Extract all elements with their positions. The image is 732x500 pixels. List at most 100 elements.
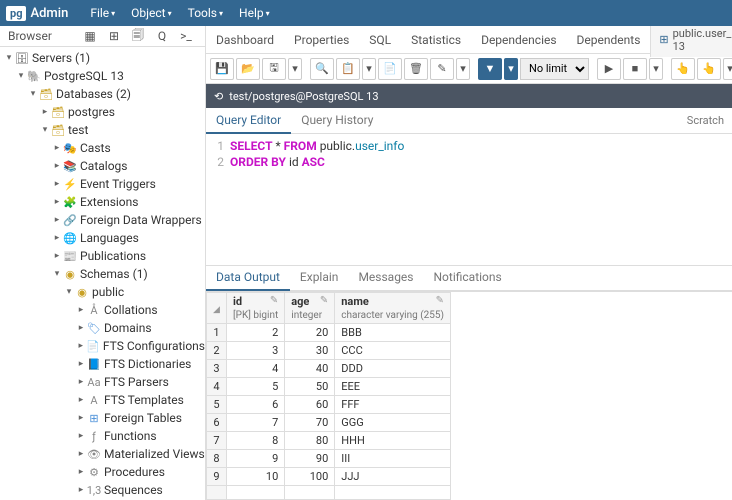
- tree-node[interactable]: ▸⊞Foreign Tables: [0, 409, 205, 427]
- cell[interactable]: JJJ: [335, 468, 451, 486]
- table-icon[interactable]: ⊞: [103, 26, 125, 46]
- open-icon[interactable]: 📂: [236, 58, 260, 80]
- tree-toggle[interactable]: ▸: [76, 359, 86, 369]
- row-header[interactable]: 6: [207, 414, 227, 432]
- tree-node[interactable]: ▾🗄Servers (1): [0, 49, 205, 67]
- tree-node[interactable]: ▾🗃Databases (2): [0, 85, 205, 103]
- tree-node[interactable]: ▸AaFTS Parsers: [0, 373, 205, 391]
- tree-toggle[interactable]: ▸: [52, 179, 62, 189]
- cell[interactable]: 20: [285, 324, 335, 342]
- row-header[interactable]: 7: [207, 432, 227, 450]
- cell[interactable]: 8: [227, 432, 285, 450]
- filter-dropdown[interactable]: ▾: [504, 58, 518, 80]
- table-row[interactable]: 3440DDD: [207, 360, 451, 378]
- tree-node[interactable]: ▸⚡Event Triggers: [0, 175, 205, 193]
- cell[interactable]: CCC: [335, 342, 451, 360]
- tree-node[interactable]: ▸⚙Procedures: [0, 463, 205, 481]
- tree-toggle[interactable]: ▾: [64, 287, 74, 297]
- menu-object[interactable]: Object ▾: [123, 2, 179, 24]
- edit-dropdown[interactable]: ▾: [456, 58, 470, 80]
- tree-node[interactable]: ▸AFTS Templates: [0, 391, 205, 409]
- tree-node[interactable]: ▸📚Catalogs: [0, 157, 205, 175]
- tree-node[interactable]: ▸🎭Casts: [0, 139, 205, 157]
- tree-node[interactable]: ▸1,3Sequences: [0, 481, 205, 499]
- tree-node[interactable]: ▸📄FTS Configurations: [0, 337, 205, 355]
- table-row[interactable]: 6770GGG: [207, 414, 451, 432]
- tab-dependents[interactable]: Dependents: [567, 27, 651, 53]
- col-header[interactable]: id✎[PK] bigint: [227, 293, 285, 324]
- tree-node[interactable]: ▸ÅCollations: [0, 301, 205, 319]
- cell[interactable]: 40: [285, 360, 335, 378]
- tree-toggle[interactable]: ▸: [52, 143, 62, 153]
- edit-icon[interactable]: ✎: [430, 58, 454, 80]
- find-icon[interactable]: 🔍: [310, 58, 334, 80]
- cell[interactable]: 30: [285, 342, 335, 360]
- execute-icon[interactable]: ▶: [597, 58, 621, 80]
- tree-toggle[interactable]: ▸: [52, 215, 62, 225]
- cell[interactable]: 5: [227, 378, 285, 396]
- tree-node[interactable]: ▾◉public: [0, 283, 205, 301]
- tree-toggle[interactable]: ▾: [40, 125, 50, 135]
- tree-toggle[interactable]: ▸: [76, 377, 86, 387]
- tree-toggle[interactable]: ▸: [76, 323, 86, 333]
- tree-toggle[interactable]: ▸: [76, 413, 86, 423]
- menu-file[interactable]: File ▾: [82, 2, 123, 24]
- row-header[interactable]: 5: [207, 396, 227, 414]
- cell[interactable]: GGG: [335, 414, 451, 432]
- tab-statistics[interactable]: Statistics: [401, 27, 471, 53]
- cell[interactable]: BBB: [335, 324, 451, 342]
- table-row[interactable]: 8990III: [207, 450, 451, 468]
- explain-dropdown[interactable]: ▾: [723, 58, 732, 80]
- tree-node[interactable]: ▸📘FTS Dictionaries: [0, 355, 205, 373]
- tree-node[interactable]: ▸🌐Languages: [0, 229, 205, 247]
- tree-node[interactable]: ▸📰Publications: [0, 247, 205, 265]
- sql-tool-icon[interactable]: 🗐: [127, 26, 149, 46]
- cell[interactable]: 90: [285, 450, 335, 468]
- row-header[interactable]: 3: [207, 360, 227, 378]
- row-header[interactable]: 9: [207, 468, 227, 486]
- tree-node[interactable]: ▾🐘PostgreSQL 13: [0, 67, 205, 85]
- copy-icon[interactable]: 📋: [336, 58, 360, 80]
- tree-toggle[interactable]: ▾: [4, 53, 14, 63]
- tab-dashboard[interactable]: Dashboard: [206, 27, 284, 53]
- sql-editor[interactable]: 12 SELECT * FROM public.user_info ORDER …: [206, 134, 732, 265]
- cell[interactable]: 2: [227, 324, 285, 342]
- editor-tab-0[interactable]: Query Editor: [206, 108, 291, 134]
- save-dropdown[interactable]: ▾: [288, 58, 302, 80]
- tree-toggle[interactable]: ▾: [28, 89, 38, 99]
- scratch-pad-label[interactable]: Scratch: [679, 109, 732, 132]
- table-row[interactable]: 1220BBB: [207, 324, 451, 342]
- tree-toggle[interactable]: ▸: [76, 449, 86, 459]
- row-header[interactable]: 2: [207, 342, 227, 360]
- tab-sql[interactable]: SQL: [359, 27, 401, 53]
- editor-tab-1[interactable]: Query History: [291, 108, 383, 134]
- cell[interactable]: 3: [227, 342, 285, 360]
- tree-node[interactable]: ▸🏷Domains: [0, 319, 205, 337]
- tree-toggle[interactable]: ▸: [76, 485, 86, 495]
- tree-toggle[interactable]: ▸: [76, 341, 86, 351]
- tree-node[interactable]: ▾🗃test: [0, 121, 205, 139]
- menu-help[interactable]: Help ▾: [231, 2, 278, 24]
- result-tab-2[interactable]: Messages: [348, 265, 423, 291]
- tree-toggle[interactable]: ▸: [76, 467, 86, 477]
- search-icon[interactable]: Q: [151, 26, 173, 46]
- tree-toggle[interactable]: ▸: [52, 161, 62, 171]
- table-row[interactable]: 910100JJJ: [207, 468, 451, 486]
- tree-toggle[interactable]: ▸: [52, 233, 62, 243]
- row-header[interactable]: 1: [207, 324, 227, 342]
- copy-dropdown[interactable]: ▾: [362, 58, 376, 80]
- tree-toggle[interactable]: ▸: [40, 107, 50, 117]
- result-tab-3[interactable]: Notifications: [424, 265, 512, 291]
- explain-icon[interactable]: 👆: [671, 58, 695, 80]
- cell[interactable]: 50: [285, 378, 335, 396]
- result-tab-0[interactable]: Data Output: [206, 265, 290, 291]
- corner-cell[interactable]: ◢: [207, 293, 227, 324]
- tree-toggle[interactable]: ▾: [16, 71, 26, 81]
- cell[interactable]: EEE: [335, 378, 451, 396]
- cell[interactable]: 60: [285, 396, 335, 414]
- tree-toggle[interactable]: ▸: [52, 251, 62, 261]
- save-file-icon[interactable]: 🖫: [262, 58, 286, 80]
- explain2-icon[interactable]: 👆: [697, 58, 721, 80]
- tree-toggle[interactable]: ▸: [76, 431, 86, 441]
- tree-toggle[interactable]: ▸: [76, 305, 86, 315]
